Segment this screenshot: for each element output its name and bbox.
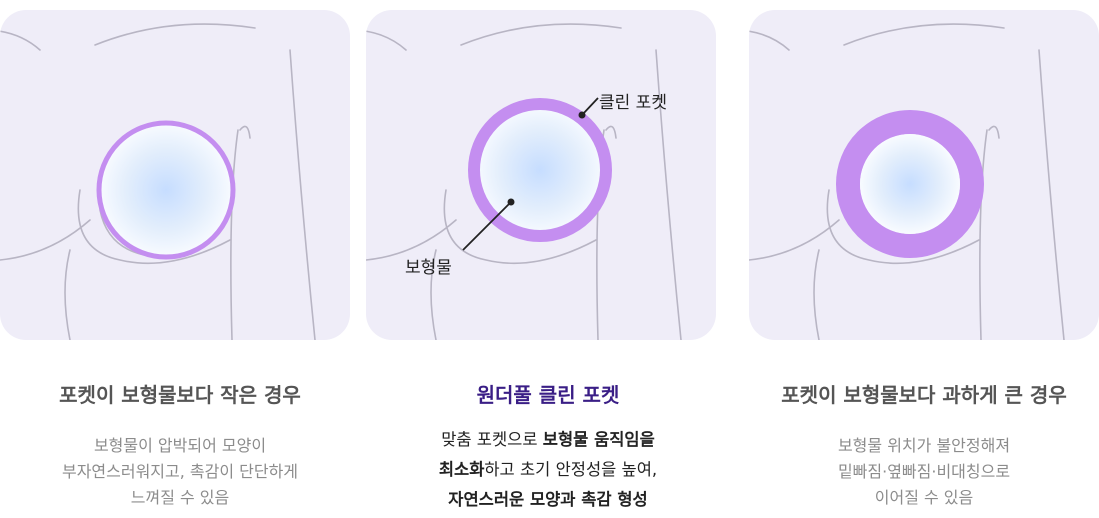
implant-label: 보형물 <box>405 258 452 278</box>
caption-line: 이어질 수 있음 <box>874 488 974 507</box>
implant-circle <box>860 134 960 234</box>
caption-title: 원더풀 클린 포켓 <box>476 383 620 407</box>
caption-line: 밑빠짐·옆빠짐·비대칭으로 <box>837 462 1011 481</box>
illustration-clean-pocket: 클린 포켓 보형물 <box>366 10 716 340</box>
caption-emphasis: 최소화 <box>438 460 485 479</box>
caption-body: 보형물 위치가 불안정해져 밑빠짐·옆빠짐·비대칭으로 이어질 수 있음 <box>744 433 1099 511</box>
caption-body: 보형물이 압박되어 모양이 부자연스러워지고, 촉감이 단단하게 느껴질 수 있… <box>0 433 360 511</box>
caption-title: 포켓이 보형물보다 과하게 큰 경우 <box>781 383 1067 407</box>
caption-line: 보형물 위치가 불안정해져 <box>837 436 1011 455</box>
pocket-leader-dot <box>578 111 586 119</box>
caption-line: 느껴질 수 있음 <box>130 488 230 507</box>
pocket-label: 클린 포켓 <box>599 93 667 113</box>
caption-line: 보형물이 압박되어 모양이 <box>93 436 267 455</box>
caption-text: 맞춤 포켓으로 <box>441 430 543 449</box>
caption-line: 자연스러운 모양과 촉감 형성 <box>368 485 728 515</box>
caption-line: 맞춤 포켓으로 보형물 움직임을 <box>368 425 728 455</box>
illustration-small-pocket <box>0 10 350 340</box>
caption-line: 부자연스러워지고, 촉감이 단단하게 <box>61 462 299 481</box>
caption-emphasis: 보형물 움직임을 <box>542 430 655 449</box>
body-diagram-clean-pocket <box>366 23 682 340</box>
caption-emphasis: 자연스러운 모양과 촉감 형성 <box>448 490 648 509</box>
caption-line: 최소화하고 초기 안정성을 높여, <box>368 455 728 485</box>
body-diagram-small-pocket <box>0 23 316 340</box>
caption-large-pocket: 포켓이 보형물보다 과하게 큰 경우 보형물 위치가 불안정해져 밑빠짐·옆빠짐… <box>744 383 1099 511</box>
pocket-leader-line <box>581 97 599 116</box>
caption-body: 맞춤 포켓으로 보형물 움직임을 최소화하고 초기 안정성을 높여, 자연스러운… <box>368 425 728 515</box>
body-diagram-large-pocket <box>749 23 1065 340</box>
caption-clean-pocket: 원더풀 클린 포켓 맞춤 포켓으로 보형물 움직임을 최소화하고 초기 안정성을… <box>368 383 728 515</box>
caption-text: 하고 초기 안정성을 높여, <box>484 460 658 479</box>
implant-leader-dot <box>507 198 515 206</box>
illustration-large-pocket <box>749 10 1099 340</box>
caption-small-pocket: 포켓이 보형물보다 작은 경우 보형물이 압박되어 모양이 부자연스러워지고, … <box>0 383 360 511</box>
caption-title: 포켓이 보형물보다 작은 경우 <box>59 383 301 407</box>
